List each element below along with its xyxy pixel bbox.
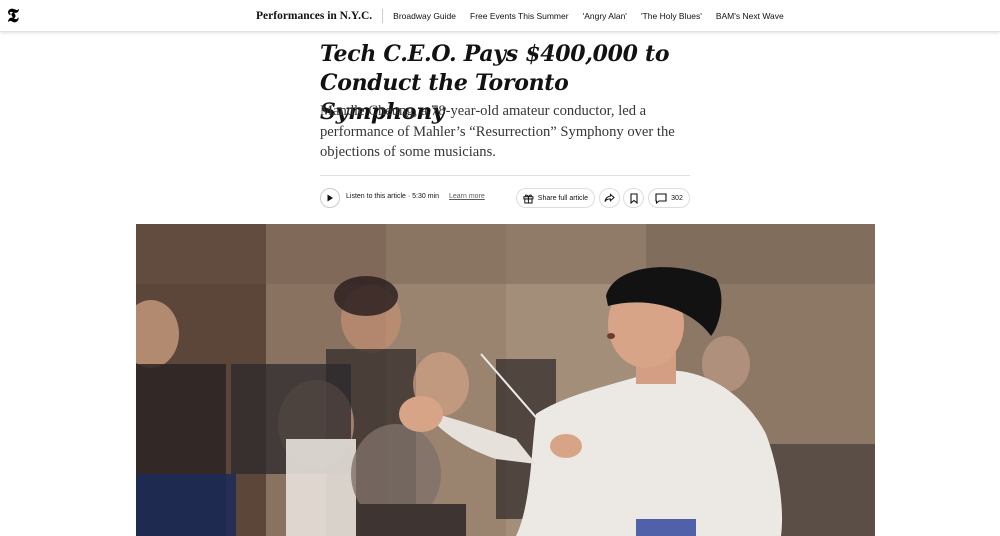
- nav-link-angry-alan[interactable]: 'Angry Alan': [583, 11, 627, 21]
- learn-more-link[interactable]: Learn more: [449, 193, 485, 200]
- lead-photo[interactable]: [136, 224, 875, 536]
- comment-count: 302: [671, 194, 683, 202]
- divider: [320, 175, 690, 176]
- conductor-illustration: [136, 224, 875, 536]
- share-full-article-button[interactable]: Share full article: [516, 188, 595, 208]
- share-icon: [604, 193, 615, 202]
- nav-link-holy-blues[interactable]: 'The Holy Blues': [641, 11, 702, 21]
- nav-link-broadway-guide[interactable]: Broadway Guide: [393, 11, 456, 21]
- nav-link-bam-next-wave[interactable]: BAM's Next Wave: [716, 11, 784, 21]
- bookmark-icon: [629, 192, 638, 204]
- comments-button[interactable]: 302: [648, 188, 690, 208]
- save-button[interactable]: [623, 188, 644, 208]
- top-nav-bar: 𝕿 Performances in N.Y.C. Broadway Guide …: [0, 0, 1000, 32]
- gift-icon: [523, 194, 534, 203]
- article-summary: Mandle Cheung, a 78-year-old amateur con…: [320, 103, 675, 160]
- section-nav: Performances in N.Y.C. Broadway Guide Fr…: [256, 0, 798, 32]
- nyt-logo-icon[interactable]: 𝕿: [5, 6, 21, 26]
- play-icon: [327, 194, 333, 202]
- article-toolbar: Listen to this article · 5:30 min Learn …: [320, 186, 690, 210]
- listen-label: Listen to this article · 5:30 min: [346, 193, 439, 200]
- play-audio-button[interactable]: [320, 188, 340, 208]
- section-title[interactable]: Performances in N.Y.C.: [256, 9, 384, 23]
- share-button[interactable]: [599, 188, 620, 208]
- share-full-article-label: Share full article: [537, 194, 588, 202]
- comment-icon: [655, 192, 667, 204]
- nav-link-free-events[interactable]: Free Events This Summer: [470, 11, 569, 21]
